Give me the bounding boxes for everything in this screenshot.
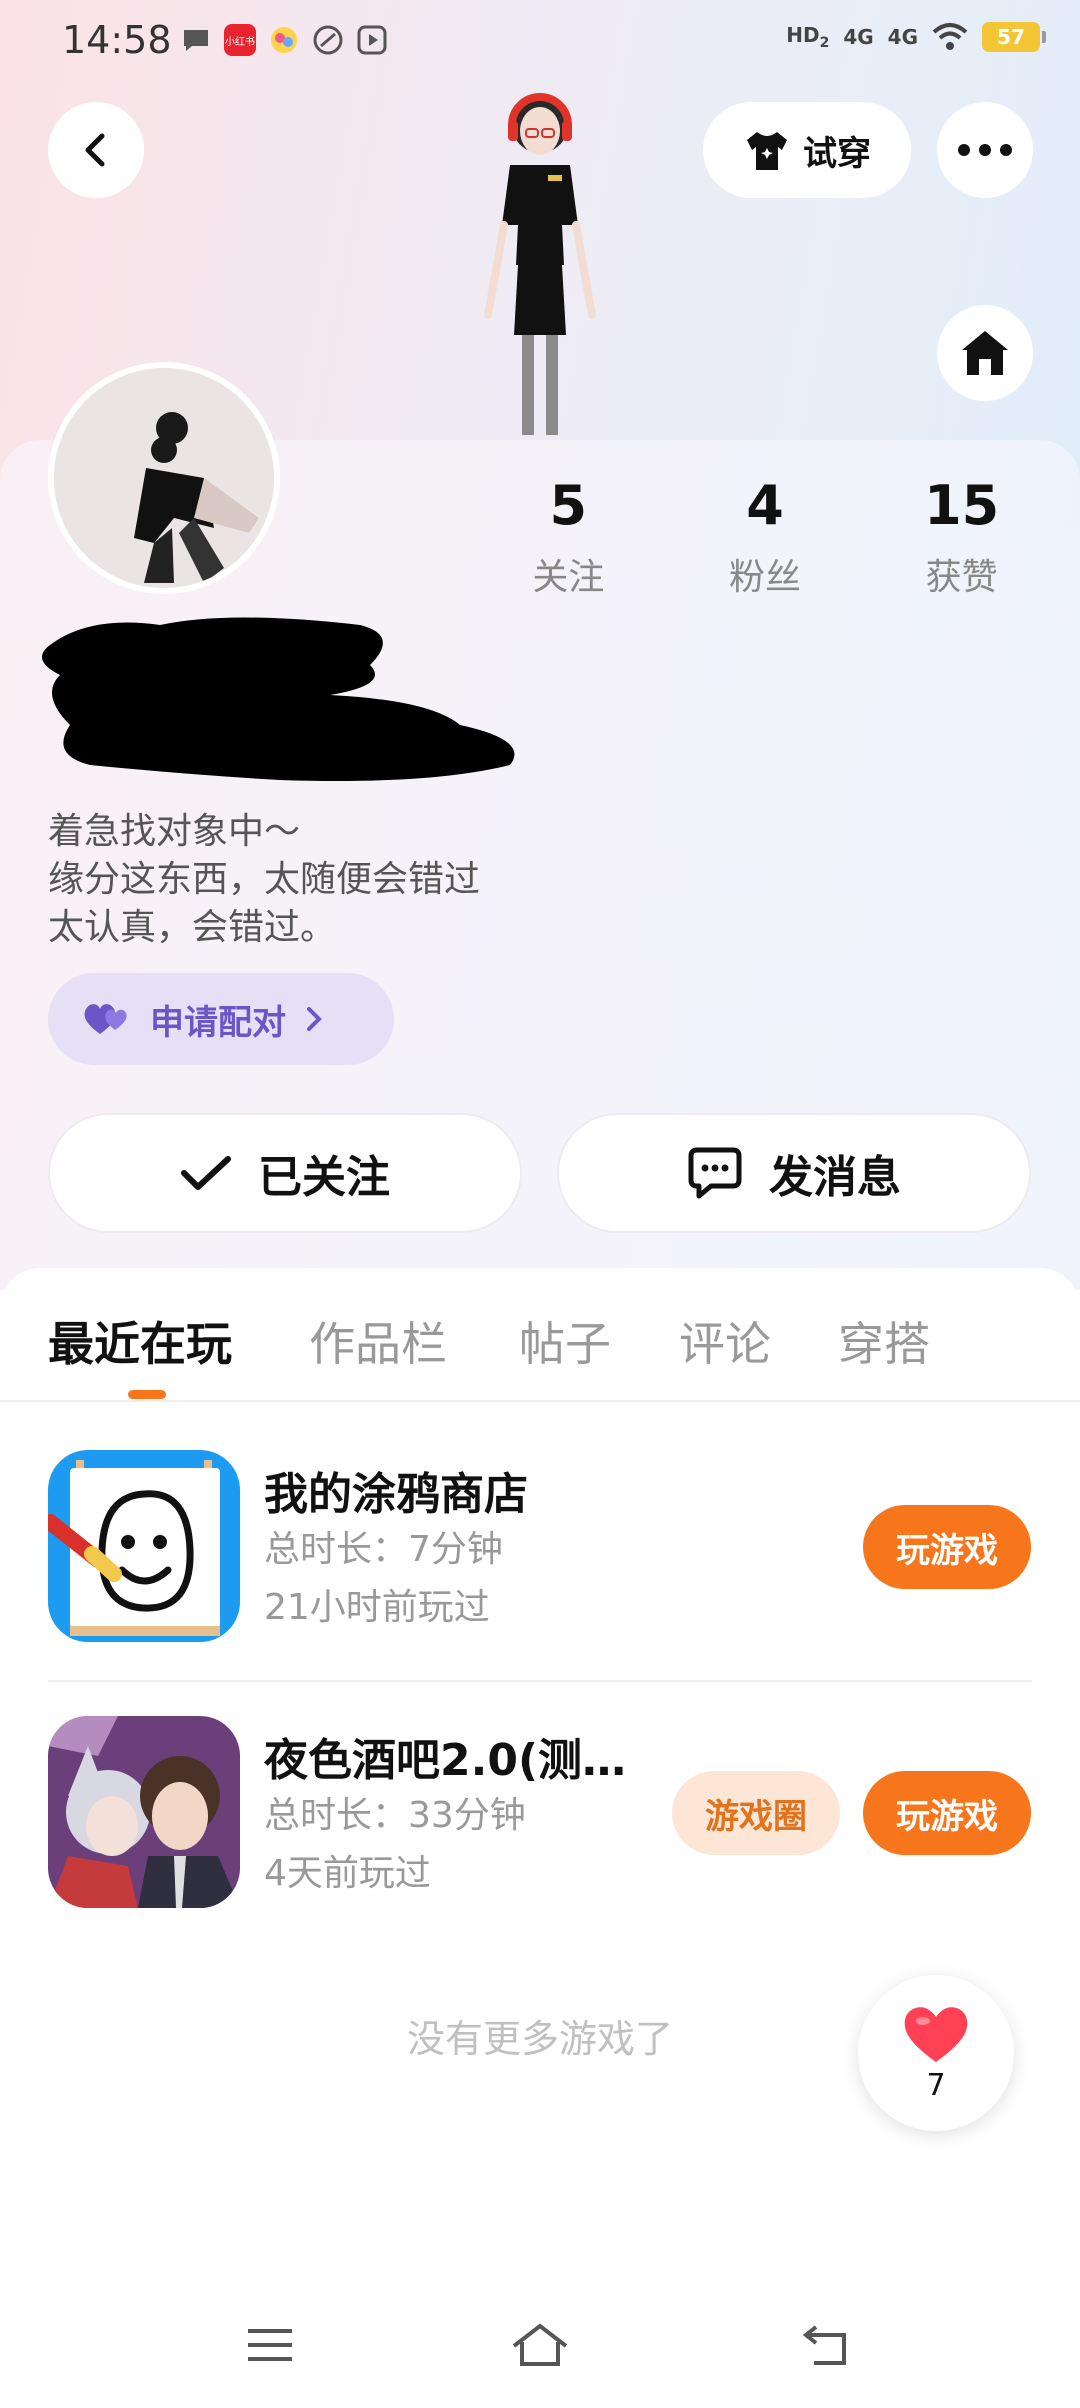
doodle-shop-icon-image (48, 1450, 240, 1642)
back-arrow-icon (85, 133, 105, 167)
followed-label: 已关注 (258, 1152, 390, 1203)
game-circle-button[interactable]: 游戏圈 (672, 1771, 840, 1855)
tab-works[interactable]: 作品栏 (309, 1308, 447, 1374)
chat-bubble-icon (184, 30, 208, 51)
tabs-divider (0, 1400, 1080, 1402)
doodle-shop-game-icon[interactable] (48, 1450, 240, 1642)
tab-posts[interactable]: 帖子 (519, 1308, 611, 1374)
more-icon (958, 144, 1012, 156)
game-title[interactable]: 我的涂鸦商店 (264, 1458, 528, 1522)
back-button[interactable] (48, 102, 144, 198)
night-bar-icon-image (48, 1716, 240, 1908)
redacted-username (42, 617, 515, 781)
home-button[interactable] (937, 305, 1033, 401)
bio-line: 太认真，会错过。 (48, 907, 337, 948)
profile-tabs: 最近在玩 作品栏 帖子 评论 穿搭 (0, 1290, 1080, 1400)
stat-label: 关注 (532, 557, 605, 598)
stat-value: 5 (549, 474, 588, 537)
game-last-played: 21小时前玩过 (264, 1587, 490, 1628)
hearts-icon (84, 1004, 127, 1034)
game-duration: 总时长：33分钟 (264, 1795, 526, 1836)
avatar[interactable] (48, 362, 280, 594)
menu-icon (248, 2329, 292, 2361)
battery-indicator: 57 (982, 22, 1046, 52)
active-tab-indicator (128, 1390, 166, 1399)
game-row[interactable]: 我的涂鸦商店 总时长：7分钟 21小时前玩过 玩游戏 (0, 1450, 1080, 1650)
tshirt-icon (747, 132, 787, 170)
notification-icons: 小红书 (180, 24, 388, 56)
game-title[interactable]: 夜色酒吧2.0(测… (264, 1724, 626, 1788)
home-icon (962, 331, 1008, 375)
bio-line: 缘分这东西，太随便会错过 (48, 859, 481, 900)
profile-bio: 着急找对象中～ 缘分这东西，太随便会错过 太认真，会错过。 (48, 808, 480, 952)
followed-button[interactable]: 已关注 (48, 1113, 522, 1233)
play-game-button[interactable]: 玩游戏 (863, 1505, 1031, 1589)
row-divider (48, 1680, 1032, 1682)
tab-outfits[interactable]: 穿搭 (838, 1308, 930, 1374)
play-app-icon (357, 25, 387, 55)
nav-menu-button[interactable] (230, 2310, 310, 2380)
status-time: 14:58 (62, 18, 172, 62)
apply-pair-label: 申请配对 (150, 1002, 286, 1043)
apply-pair-button[interactable]: 申请配对 (48, 973, 394, 1065)
profile-stats: 5 关注 4 粉丝 15 获赞 (470, 470, 1060, 600)
chevron-right-icon (307, 1007, 322, 1031)
send-message-label: 发消息 (769, 1152, 901, 1203)
stat-value: 4 (746, 474, 784, 537)
message-icon (688, 1147, 742, 1199)
wifi-icon (932, 23, 968, 50)
signal-4g-1: 4G (843, 25, 874, 49)
like-count: 7 (926, 2067, 946, 2103)
stat-label: 获赞 (925, 557, 998, 598)
game-duration: 总时长：7分钟 (264, 1529, 503, 1570)
stat-followers[interactable]: 4 粉丝 (667, 470, 864, 600)
nav-back-button[interactable] (785, 2310, 865, 2380)
more-button[interactable] (937, 102, 1033, 198)
like-button[interactable]: 7 (858, 1975, 1014, 2131)
avatar-image (54, 368, 274, 588)
stat-likes[interactable]: 15 获赞 (863, 470, 1060, 600)
status-bar: 14:58 小红书 HD2 4G 4G 57 (0, 0, 1080, 80)
play-game-button[interactable]: 玩游戏 (863, 1771, 1031, 1855)
hd-voice-label: HD2 (786, 23, 830, 51)
heart-icon (904, 2006, 968, 2062)
nav-home-icon (512, 2323, 568, 2366)
night-bar-game-icon[interactable] (48, 1716, 240, 1908)
game-last-played: 4天前玩过 (264, 1853, 431, 1894)
stat-label: 粉丝 (729, 557, 802, 598)
game-row[interactable]: 夜色酒吧2.0(测… 总时长：33分钟 4天前玩过 游戏圈 玩游戏 (0, 1716, 1080, 1916)
signal-4g-2: 4G (887, 25, 918, 49)
tab-recently-played[interactable]: 最近在玩 (48, 1308, 232, 1374)
nav-back-icon (802, 2325, 846, 2365)
try-on-label: 试穿 (803, 133, 871, 174)
system-navigation-bar (0, 2300, 1080, 2390)
3d-avatar-figure (484, 93, 596, 435)
stat-value: 15 (924, 474, 1000, 537)
bio-line: 着急找对象中～ (48, 811, 301, 852)
try-on-button[interactable]: 试穿 (703, 102, 911, 198)
tab-comments[interactable]: 评论 (679, 1308, 771, 1374)
checkmark-icon (181, 1156, 231, 1190)
stat-following[interactable]: 5 关注 (470, 470, 667, 600)
nav-home-button[interactable] (500, 2310, 580, 2380)
status-indicators: HD2 4G 4G 57 (786, 22, 1046, 52)
send-message-button[interactable]: 发消息 (557, 1113, 1031, 1233)
leaf-app-icon (313, 25, 343, 55)
colorful-app-icon (271, 27, 297, 53)
red-app-icon: 小红书 (224, 24, 256, 56)
